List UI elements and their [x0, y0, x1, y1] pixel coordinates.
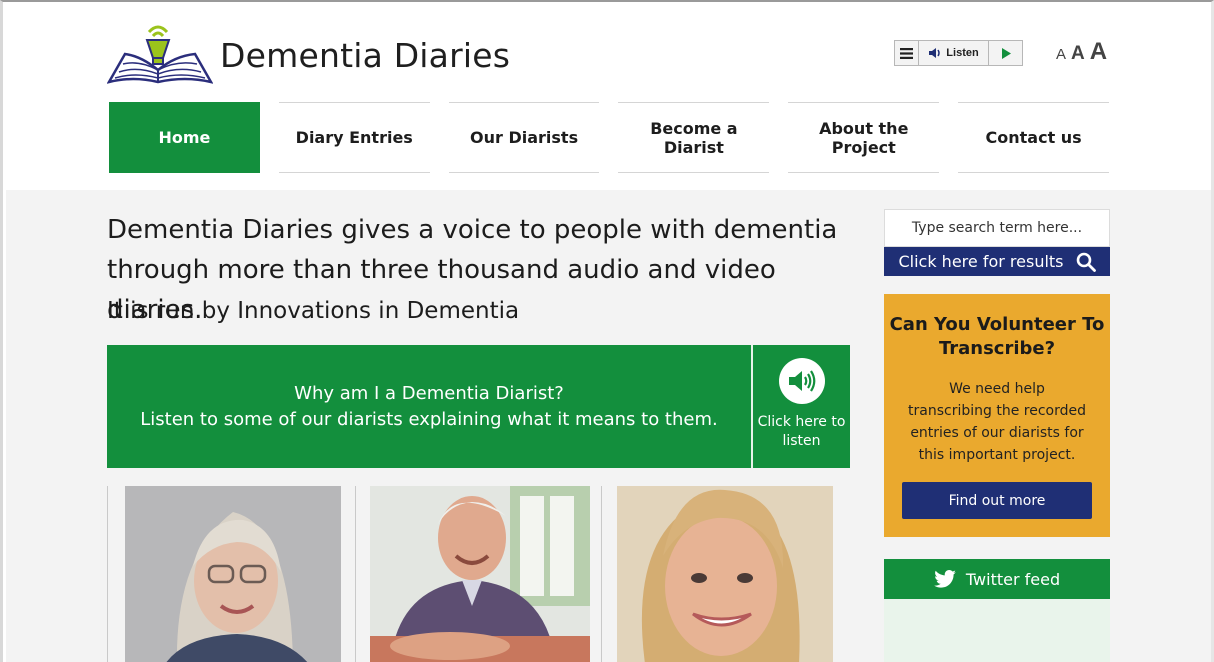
diarist-photo [125, 486, 341, 662]
nav-diary-entries[interactable]: Diary Entries [278, 102, 430, 173]
listen-widget: Listen [894, 40, 1023, 66]
diarist-photo [617, 486, 833, 662]
twitter-feed-body [884, 599, 1110, 662]
nav-home[interactable]: Home [109, 102, 260, 173]
volunteer-panel: Can You Volunteer To Transcribe? We need… [884, 294, 1110, 537]
browser-frame: Dementia Diaries Listen A A A Home Diary… [0, 0, 1214, 662]
banner-line-2: Listen to some of our diarists explainin… [140, 408, 718, 430]
speaker-icon [778, 358, 825, 404]
why-diarist-banner[interactable]: Why am I a Dementia Diarist? Listen to s… [107, 345, 850, 468]
diarist-card[interactable] [601, 486, 850, 662]
search-icon [1076, 252, 1096, 272]
speaker-icon [929, 48, 941, 58]
text-size-small[interactable]: A [1056, 46, 1066, 63]
volunteer-title: Can You Volunteer To Transcribe? [889, 314, 1105, 359]
site-logo[interactable] [106, 20, 214, 86]
search-input[interactable]: Type search term here... [884, 209, 1110, 247]
banner-line-1: Why am I a Dementia Diarist? [294, 382, 564, 404]
listen-label: Listen [946, 47, 979, 59]
search-button-label: Click here for results [898, 252, 1064, 271]
banner-text: Why am I a Dementia Diarist? Listen to s… [107, 345, 751, 468]
twitter-icon [934, 570, 956, 588]
search-results-button[interactable]: Click here for results [884, 247, 1110, 276]
text-size-large[interactable]: A [1090, 38, 1107, 66]
nav-contact-us[interactable]: Contact us [958, 102, 1110, 173]
text-size-controls: A A A [1056, 38, 1107, 66]
text-size-medium[interactable]: A [1071, 43, 1085, 65]
find-out-more-button[interactable]: Find out more [902, 482, 1092, 519]
banner-listen-button[interactable]: Click here to listen [751, 345, 850, 468]
twitter-feed-label: Twitter feed [965, 569, 1061, 589]
listen-button[interactable]: Listen [919, 41, 989, 65]
diarist-card[interactable] [107, 486, 355, 662]
main-nav: Home Diary Entries Our Diarists Become a… [109, 102, 1110, 173]
diarist-photos [107, 486, 850, 662]
intro-subline: It is run by Innovations in Dementia [107, 298, 520, 324]
play-icon[interactable] [989, 41, 1022, 65]
twitter-feed-header[interactable]: Twitter feed [884, 559, 1110, 599]
diarist-card[interactable] [355, 486, 601, 662]
nav-our-diarists[interactable]: Our Diarists [448, 102, 600, 173]
site-title[interactable]: Dementia Diaries [220, 36, 510, 75]
diarist-photo [370, 486, 590, 662]
book-lamp-logo-icon [106, 25, 214, 84]
nav-about-the-project[interactable]: About the Project [788, 102, 940, 173]
menu-icon[interactable] [895, 41, 919, 65]
banner-listen-label: Click here to listen [757, 414, 846, 449]
volunteer-body: We need help transcribing the recorded e… [908, 381, 1086, 463]
nav-become-a-diarist[interactable]: Become a Diarist [618, 102, 770, 173]
